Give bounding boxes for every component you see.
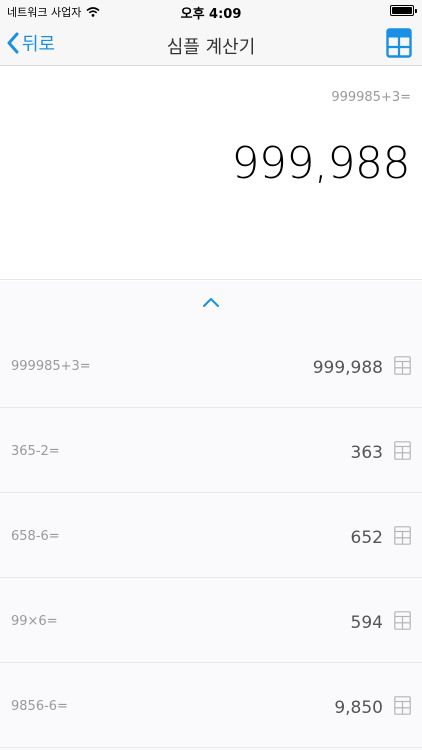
history-expression: 365-2= bbox=[11, 444, 60, 459]
current-result: 999,988 bbox=[231, 138, 411, 189]
history-list: 999985+3= 999,988 365-2= 363 658-6= 652 bbox=[0, 323, 422, 748]
status-time: 오후 4:09 bbox=[180, 7, 242, 22]
status-bar: 네트워크 사업자 오후 4:09 bbox=[0, 0, 422, 22]
calculator-icon[interactable] bbox=[386, 28, 412, 58]
history-expression: 999985+3= bbox=[11, 359, 91, 374]
history-result: 9,850 bbox=[334, 698, 383, 718]
history-item[interactable]: 9856-6= 9,850 bbox=[0, 663, 422, 748]
history-item[interactable]: 99×6= 594 bbox=[0, 578, 422, 663]
page-title: 심플 계산기 bbox=[166, 37, 256, 58]
history-result: 363 bbox=[350, 443, 383, 463]
battery-icon bbox=[390, 5, 417, 16]
history-result: 594 bbox=[350, 613, 383, 633]
current-expression: 999985+3= bbox=[331, 90, 411, 105]
history-result: 999,988 bbox=[312, 358, 383, 378]
calculator-icon[interactable] bbox=[394, 356, 411, 375]
calculator-icon[interactable] bbox=[394, 696, 411, 715]
history-item[interactable]: 658-6= 652 bbox=[0, 493, 422, 578]
calculator-icon[interactable] bbox=[394, 441, 411, 460]
history-item[interactable]: 999985+3= 999,988 bbox=[0, 323, 422, 408]
history-expression: 99×6= bbox=[11, 614, 58, 629]
history-result: 652 bbox=[350, 528, 383, 548]
battery-area bbox=[390, 5, 417, 16]
chevron-up-icon[interactable] bbox=[201, 295, 221, 309]
history-expression: 9856-6= bbox=[11, 699, 68, 714]
history-item[interactable]: 365-2= 363 bbox=[0, 408, 422, 493]
calculator-display: 999985+3= 999,988 bbox=[0, 66, 422, 280]
navigation-bar: 뒤로 심플 계산기 bbox=[0, 22, 422, 66]
history-panel: 999985+3= 999,988 365-2= 363 658-6= 652 bbox=[0, 281, 422, 750]
calculator-icon[interactable] bbox=[394, 611, 411, 630]
calculator-icon[interactable] bbox=[394, 526, 411, 545]
history-expression: 658-6= bbox=[11, 529, 60, 544]
